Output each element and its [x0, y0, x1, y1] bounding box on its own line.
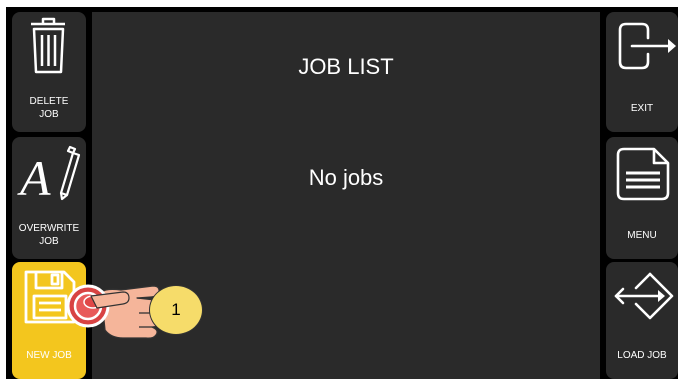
step-number-badge: 1 [149, 285, 203, 335]
empty-list-message: No jobs [308, 165, 384, 190]
load-job-icon [614, 272, 674, 320]
exit-label: EXIT [630, 102, 654, 114]
overwrite-job-label: OVERWRITE JOB [18, 223, 80, 247]
overwrite-job-button[interactable]: A OVERWRITE JOB [12, 137, 86, 259]
delete-job-button[interactable]: DELETE JOB [12, 12, 86, 132]
exit-button[interactable]: EXIT [606, 12, 678, 132]
menu-document-icon [616, 147, 670, 201]
menu-button[interactable]: MENU [606, 137, 678, 259]
menu-label: MENU [627, 229, 657, 241]
page-title: JOB LIST [298, 54, 394, 79]
svg-text:A: A [17, 150, 51, 206]
load-job-button[interactable]: LOAD JOB [606, 262, 678, 379]
device-screen: DELETE JOB A OVERWRITE JOB NEW JOB JOB L… [6, 7, 678, 379]
load-job-label: LOAD JOB [617, 349, 667, 361]
overwrite-icon: A [17, 145, 81, 206]
exit-icon [618, 22, 676, 70]
delete-job-label: DELETE JOB [29, 96, 69, 120]
trash-icon [31, 17, 65, 74]
